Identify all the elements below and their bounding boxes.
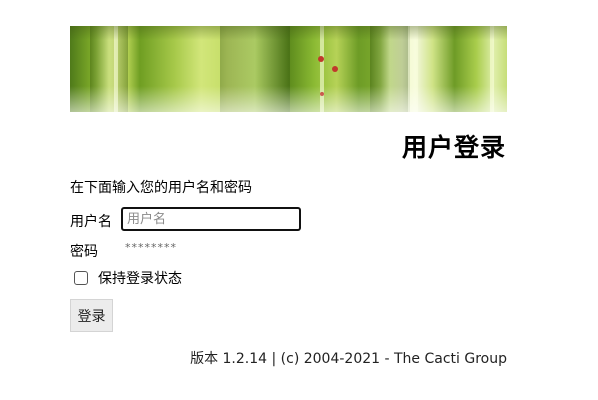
login-button[interactable]: 登录 bbox=[70, 299, 113, 332]
remember-me-option[interactable]: 保持登录状态 bbox=[74, 268, 182, 288]
version-footer: 版本 1.2.14 | (c) 2004-2021 - The Cacti Gr… bbox=[190, 351, 507, 367]
username-label: 用户名 bbox=[70, 214, 112, 230]
password-label: 密码 bbox=[70, 244, 98, 260]
login-instructions: 在下面输入您的用户名和密码 bbox=[70, 180, 252, 196]
page-title: 用户登录 bbox=[401, 133, 506, 162]
login-page: 用户登录 在下面输入您的用户名和密码 用户名 密码 ******** 保持登录状… bbox=[0, 0, 598, 400]
remember-me-checkbox[interactable] bbox=[74, 271, 88, 285]
username-input[interactable] bbox=[121, 207, 301, 231]
cactus-banner-image bbox=[70, 26, 507, 112]
remember-me-label: 保持登录状态 bbox=[98, 271, 182, 287]
password-field[interactable]: ******** bbox=[125, 241, 177, 254]
